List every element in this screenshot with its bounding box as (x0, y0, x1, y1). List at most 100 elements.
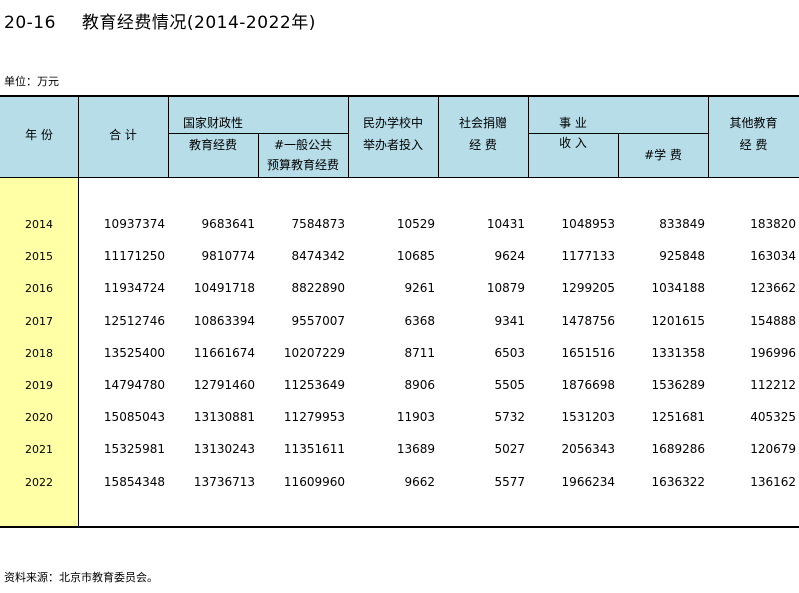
header-private-line1: 民办学校中 (362, 116, 423, 130)
cell-donation: 5577 (494, 474, 525, 489)
header-donation-line2: 经 费 (469, 138, 497, 152)
cell-gov: 12791460 (193, 378, 255, 392)
header-budget-line2: 预算教育经费 (266, 158, 339, 172)
cell-gov: 9683641 (201, 217, 255, 231)
year-column-divider (78, 97, 79, 526)
cell-other: 120679 (750, 442, 796, 457)
cell-budget: 8474342 (291, 249, 345, 264)
cell-private: 13689 (396, 442, 435, 457)
header-business-line1: 事 业 (559, 116, 587, 130)
row-year: 2014 (25, 218, 53, 231)
cell-business: 1478756 (561, 313, 615, 328)
cell-tuition: 1201615 (651, 313, 705, 328)
table-top-rule (0, 95, 799, 97)
cell-budget: 9557007 (291, 313, 345, 328)
cell-other: 136162 (750, 474, 796, 489)
unit-label: 单位：万元 (4, 75, 59, 88)
cell-donation: 10879 (486, 281, 525, 296)
header-other-line1: 其他教育 (729, 116, 778, 130)
cell-private: 9261 (404, 281, 435, 296)
cell-gov: 13736713 (193, 474, 255, 489)
cell-donation: 9341 (494, 313, 525, 328)
cell-tuition: 1536289 (651, 378, 705, 392)
cell-gov: 13130881 (193, 410, 255, 425)
cell-donation: 10431 (486, 217, 525, 231)
cell-other: 405325 (750, 410, 796, 425)
cell-donation: 9624 (494, 249, 525, 264)
cell-donation: 5732 (494, 410, 525, 425)
header-donation-line1: 社会捐赠 (458, 116, 507, 130)
cell-business: 1966234 (561, 474, 615, 489)
cell-business: 1048953 (561, 217, 615, 231)
cell-business: 1177133 (561, 249, 615, 264)
header-subrule (168, 133, 348, 134)
header-year: 年 份 (25, 128, 53, 142)
cell-tuition: 1636322 (651, 474, 705, 489)
cell-total: 15325981 (103, 442, 165, 457)
cell-budget: 7584873 (291, 217, 345, 231)
cell-tuition: 1034188 (651, 281, 705, 296)
cell-budget: 11609960 (283, 474, 345, 489)
header-bottom-rule (0, 177, 799, 178)
header-private-line2: 举办者投入 (362, 138, 423, 152)
row-year: 2018 (25, 346, 53, 360)
table-bottom-rule (0, 526, 799, 528)
row-year: 2020 (25, 411, 53, 425)
cell-business: 1651516 (561, 345, 615, 360)
header-total: 合 计 (109, 128, 137, 142)
cell-gov: 10863394 (193, 313, 255, 328)
cell-budget: 11351611 (283, 442, 345, 457)
page-title: 20-16 教育经费情况(2014-2022年) (4, 8, 316, 33)
row-year: 2019 (25, 379, 53, 392)
cell-total: 14794780 (103, 378, 165, 392)
row-year: 2022 (25, 475, 53, 489)
cell-private: 8711 (404, 345, 435, 360)
table-title: 教育经费情况(2014-2022年) (81, 13, 316, 33)
cell-business: 1876698 (561, 378, 615, 392)
cell-other: 196996 (750, 345, 796, 360)
header-business-line2: 收 入 (559, 136, 587, 150)
cell-other: 154888 (750, 313, 796, 328)
header-tuition: #学 费 (644, 148, 682, 162)
cell-budget: 8822890 (291, 281, 345, 296)
header-gov-line2: 教育经费 (188, 138, 237, 152)
data-table: 年 份 合 计 国家财政性 教育经费 #一般公共 预算教育经费 民办学校中 举办… (0, 95, 799, 528)
cell-total: 11171250 (103, 249, 165, 264)
cell-private: 10529 (396, 217, 435, 231)
cell-business: 1531203 (561, 410, 615, 425)
cell-budget: 11279953 (283, 410, 345, 425)
cell-budget: 10207229 (283, 345, 345, 360)
cell-other: 123662 (750, 281, 796, 296)
cell-other: 112212 (750, 378, 796, 392)
row-year: 2021 (25, 443, 53, 457)
cell-private: 11903 (396, 410, 435, 425)
header-budget-line1: #一般公共 (273, 138, 333, 152)
row-year: 2016 (25, 282, 53, 296)
cell-gov: 10491718 (193, 281, 255, 296)
cell-total: 15854348 (103, 474, 165, 489)
cell-total: 10937374 (103, 217, 165, 231)
cell-tuition: 833849 (659, 217, 705, 231)
cell-donation: 5505 (494, 378, 525, 392)
cell-donation: 6503 (494, 345, 525, 360)
cell-budget: 11253649 (283, 378, 345, 392)
cell-total: 12512746 (103, 313, 165, 328)
cell-tuition: 1331358 (651, 345, 705, 360)
cell-private: 6368 (404, 313, 435, 328)
source-note: 资料来源：北京市教育委员会。 (4, 571, 158, 584)
cell-other: 183820 (750, 217, 796, 231)
table-number: 20-16 (4, 13, 56, 33)
cell-tuition: 1689286 (651, 442, 705, 457)
cell-private: 9662 (404, 474, 435, 489)
cell-private: 10685 (396, 249, 435, 264)
row-year: 2017 (25, 314, 53, 328)
cell-gov: 9810774 (201, 249, 255, 264)
cell-gov: 13130243 (193, 442, 255, 457)
cell-total: 15085043 (103, 410, 165, 425)
cell-tuition: 925848 (659, 249, 705, 264)
cell-business: 1299205 (561, 281, 615, 296)
cell-total: 13525400 (103, 345, 165, 360)
cell-total: 11934724 (103, 281, 165, 296)
header-other-line2: 经 费 (739, 138, 768, 152)
cell-other: 163034 (750, 249, 796, 264)
